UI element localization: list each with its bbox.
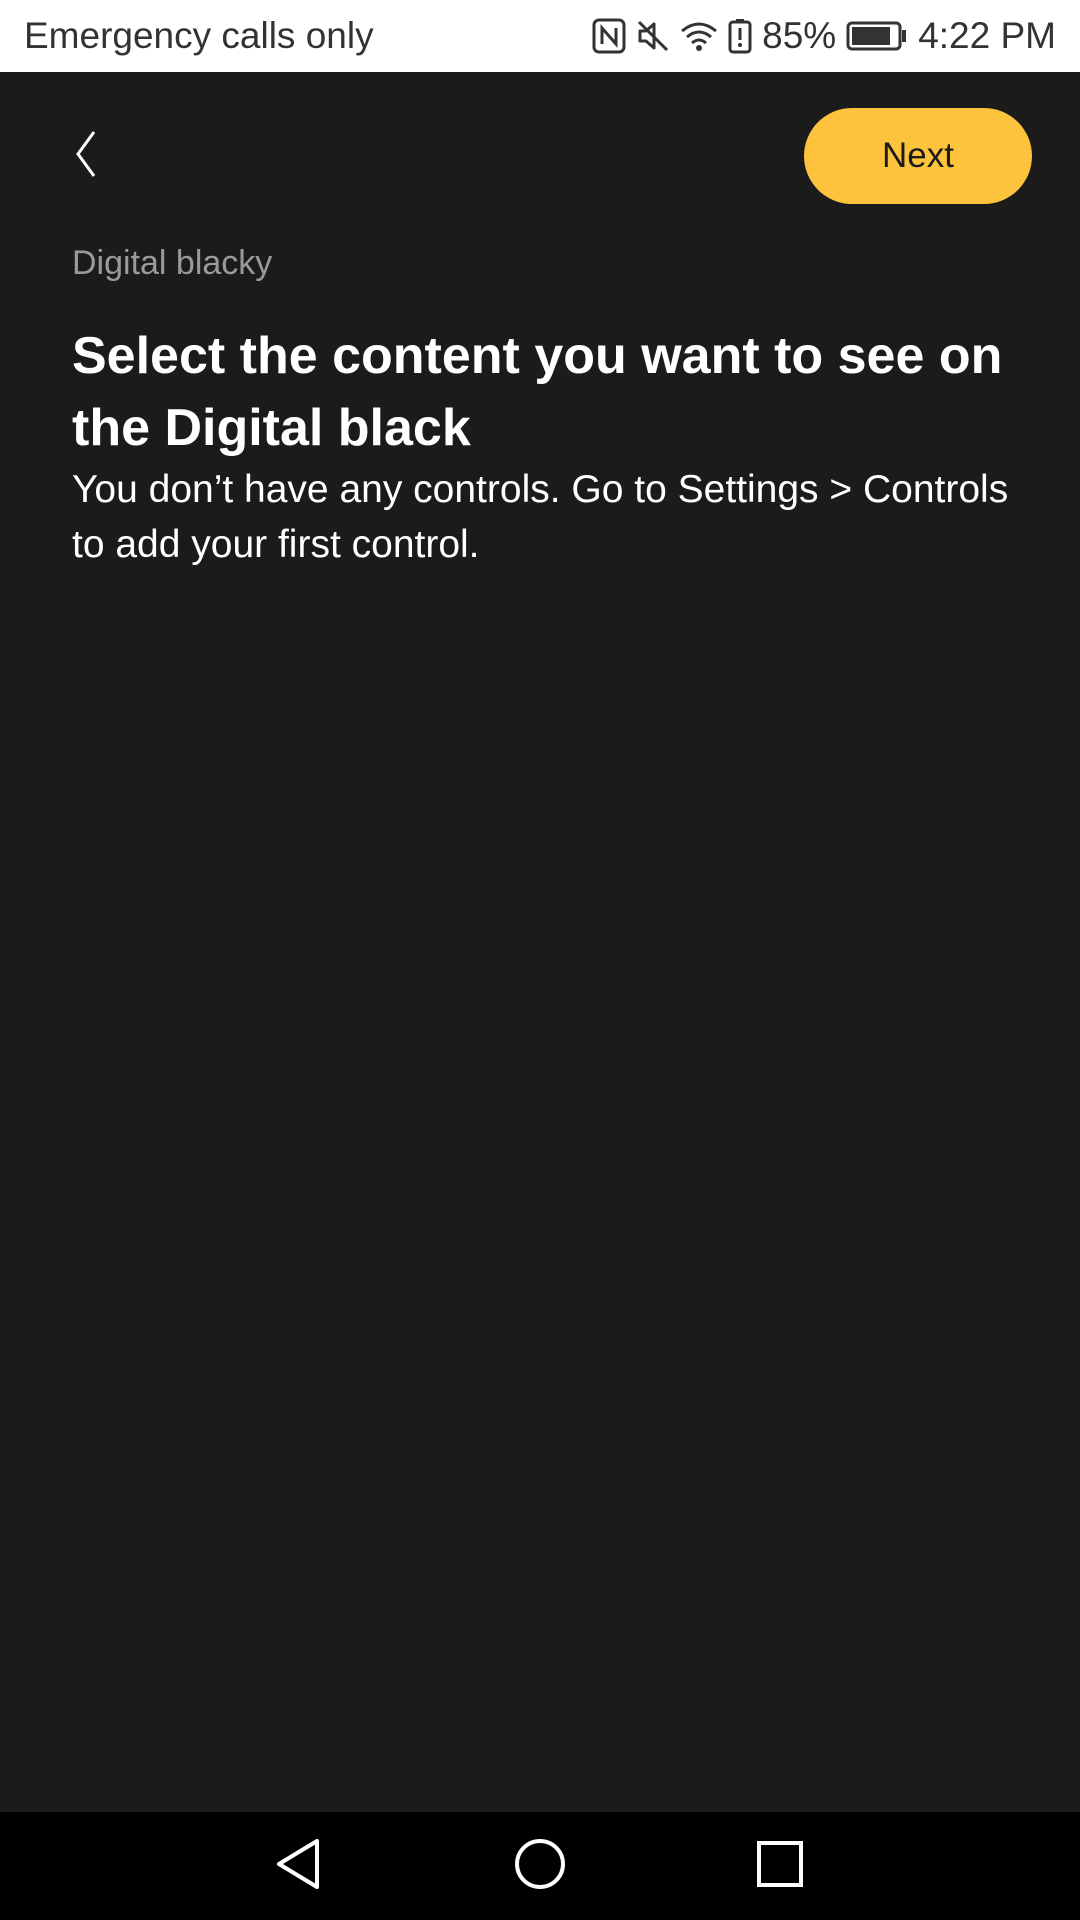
wifi-icon bbox=[680, 20, 718, 52]
status-bar: Emergency calls only 85% 4:22 PM bbox=[0, 0, 1080, 72]
nav-back-button[interactable] bbox=[266, 1832, 334, 1900]
battery-icon bbox=[846, 21, 908, 51]
nav-home-button[interactable] bbox=[506, 1832, 574, 1900]
chevron-left-icon bbox=[74, 130, 98, 183]
section-label: Digital blacky bbox=[72, 244, 273, 282]
mute-icon bbox=[636, 19, 670, 53]
carrier-text: Emergency calls only bbox=[24, 15, 374, 56]
back-triangle-icon bbox=[273, 1837, 327, 1896]
clock: 4:22 PM bbox=[918, 15, 1056, 56]
battery-alert-icon bbox=[728, 18, 752, 54]
home-circle-icon bbox=[513, 1837, 567, 1896]
system-nav-bar bbox=[0, 1812, 1080, 1920]
recents-square-icon bbox=[755, 1839, 805, 1894]
status-icons: 85% 4:22 PM bbox=[592, 15, 1056, 57]
next-button[interactable]: Next bbox=[804, 108, 1032, 204]
description-text: You don’t have any controls. Go to Setti… bbox=[72, 468, 1009, 566]
nfc-icon bbox=[592, 18, 626, 54]
battery-percent: 85% bbox=[762, 15, 837, 56]
nav-recents-button[interactable] bbox=[746, 1832, 814, 1900]
page-title: Select the content you want to see on th… bbox=[72, 327, 1003, 457]
app-screen: Next Digital blacky Select the content y… bbox=[0, 72, 1080, 1812]
back-button[interactable] bbox=[58, 124, 114, 188]
